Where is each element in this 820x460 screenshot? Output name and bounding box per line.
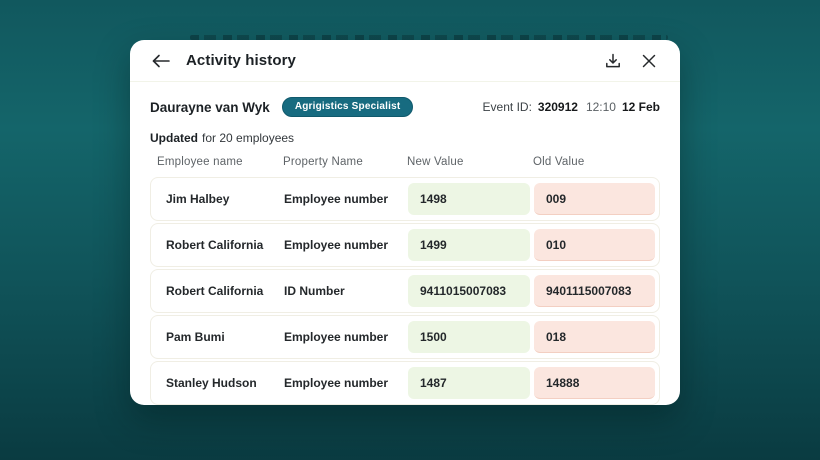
new-value-cell: 1499 (408, 229, 530, 261)
event-date: 12 Feb (621, 100, 660, 114)
modal-body: Daurayne van Wyk Agrigistics Specialist … (130, 82, 680, 405)
table-row: Jim Halbey Employee number 1498 009 (150, 177, 660, 221)
back-button[interactable] (151, 51, 171, 71)
employee-name-cell: Stanley Hudson (166, 376, 257, 390)
close-icon (642, 54, 656, 68)
table-row: Stanley Hudson Employee number 1487 1488… (150, 361, 660, 405)
employee-name-cell: Robert California (166, 238, 264, 252)
event-info: Event ID: 320912 12:10 12 Feb (483, 100, 660, 114)
column-header-old-value: Old Value (533, 156, 585, 168)
action-type: Updated (150, 131, 198, 145)
activity-history-modal: Activity history Daurayne van Wyk Agrigi… (130, 40, 680, 405)
new-value-cell: 1498 (408, 183, 530, 215)
property-name-cell: Employee number (284, 238, 389, 252)
close-button[interactable] (639, 51, 659, 71)
property-name-cell: Employee number (284, 376, 389, 390)
modal-header: Activity history (130, 40, 680, 82)
event-meta-row: Daurayne van Wyk Agrigistics Specialist … (150, 97, 660, 117)
old-value-cell: 018 (534, 321, 655, 353)
column-header-new-value: New Value (407, 156, 464, 168)
event-id-label: Event ID: (482, 100, 532, 114)
page-title: Activity history (186, 52, 296, 69)
column-header-employee-name: Employee name (157, 156, 243, 168)
new-value-cell: 9411015007083 (408, 275, 530, 307)
event-id-value: 320912 (537, 100, 578, 114)
old-value-cell: 9401115007083 (534, 275, 655, 307)
property-name-cell: ID Number (284, 284, 345, 298)
table-row: Pam Bumi Employee number 1500 018 (150, 315, 660, 359)
action-summary: Updated for 20 employees (150, 131, 660, 145)
event-time: 12:10 (585, 100, 616, 114)
table-header-row: Employee name Property Name New Value Ol… (150, 156, 660, 177)
download-button[interactable] (603, 51, 623, 71)
old-value-cell: 010 (534, 229, 655, 261)
table-row: Robert California Employee number 1499 0… (150, 223, 660, 267)
employee-name-cell: Jim Halbey (166, 192, 230, 206)
table-row: Robert California ID Number 941101500708… (150, 269, 660, 313)
activity-table: Jim Halbey Employee number 1498 009 Robe… (150, 177, 660, 405)
arrow-left-icon (152, 54, 170, 68)
property-name-cell: Employee number (284, 330, 389, 344)
old-value-cell: 14888 (534, 367, 655, 399)
new-value-cell: 1487 (408, 367, 530, 399)
role-badge: Agrigistics Specialist (281, 97, 414, 117)
column-header-property-name: Property Name (283, 156, 363, 168)
property-name-cell: Employee number (284, 192, 389, 206)
new-value-cell: 1500 (408, 321, 530, 353)
user-name: Daurayne van Wyk (150, 99, 270, 115)
employee-name-cell: Robert California (166, 284, 264, 298)
old-value-cell: 009 (534, 183, 655, 215)
employee-name-cell: Pam Bumi (166, 330, 225, 344)
download-icon (605, 53, 621, 69)
action-scope: for 20 employees (202, 131, 295, 145)
